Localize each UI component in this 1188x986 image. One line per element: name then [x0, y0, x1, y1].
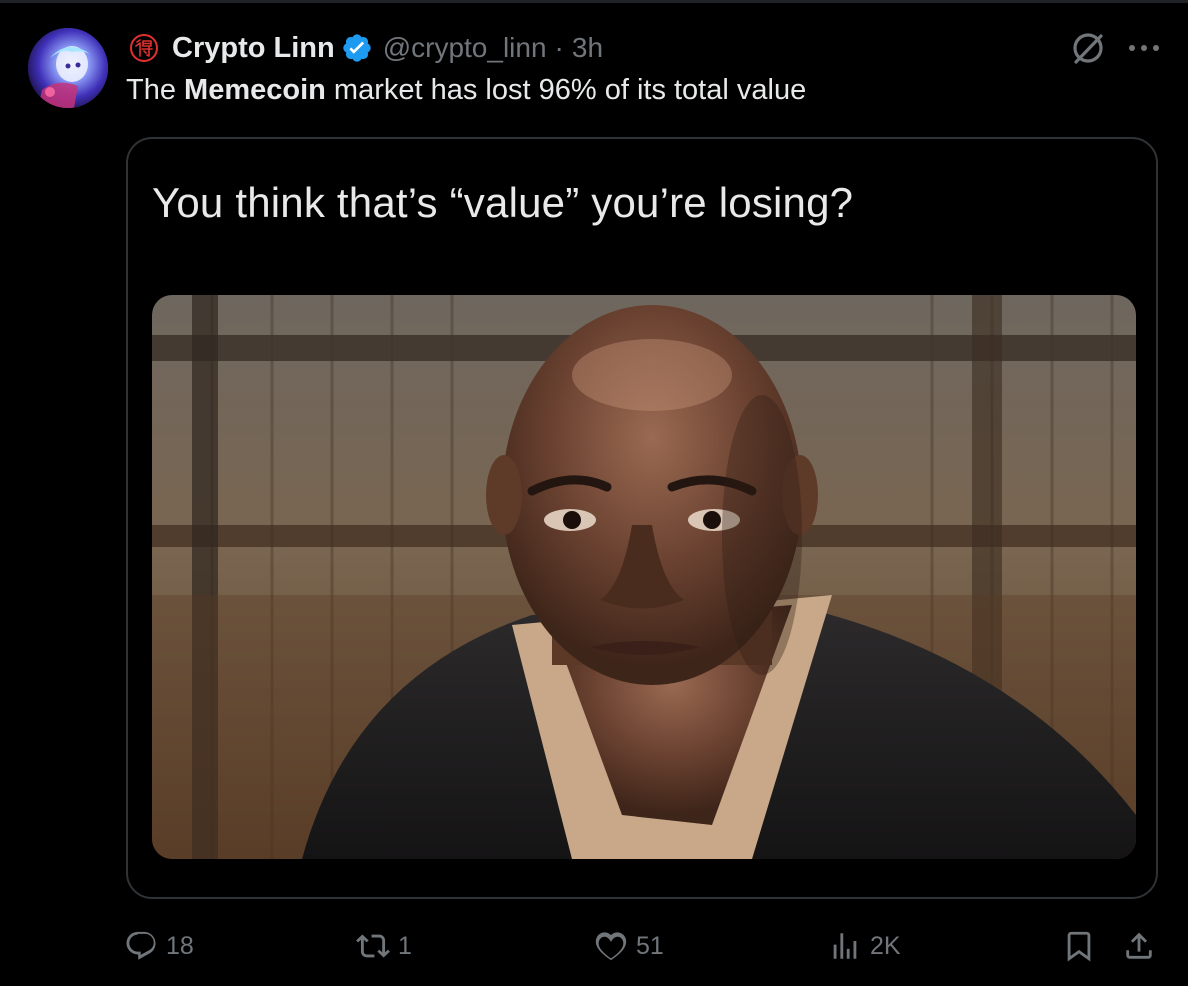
repost-count: 1 — [398, 931, 412, 960]
bookmark-button[interactable] — [1062, 922, 1096, 970]
meme-caption: You think that’s “value” you’re losing? — [152, 179, 854, 226]
post-text: The Memecoin market has lost 96% of its … — [126, 74, 806, 107]
author-display-name[interactable]: Crypto Linn — [172, 32, 335, 65]
share-button[interactable] — [1122, 922, 1156, 970]
author-handle[interactable]: @crypto_linn — [383, 32, 547, 64]
meme-photo-image — [152, 295, 1136, 859]
post-text-bold: Memecoin — [184, 74, 326, 106]
repost-icon — [356, 934, 390, 958]
like-button[interactable]: 51 — [594, 922, 664, 970]
views-icon — [833, 933, 857, 959]
separator-dot: · — [554, 32, 564, 63]
bookmark-icon — [1067, 931, 1091, 962]
media-card[interactable]: You think that’s “value” you’re losing? — [126, 137, 1158, 899]
meme-photo[interactable] — [152, 295, 1136, 859]
post-text-prefix: The — [126, 74, 185, 106]
affiliate-badge-icon[interactable] — [126, 30, 162, 66]
share-icon — [1126, 932, 1152, 959]
post-text-suffix: market has lost 96% of its total value — [325, 74, 807, 106]
action-bar: 18 1 51 2K — [0, 922, 1188, 970]
post-header: Crypto Linn @crypto_linn · 3h — [126, 28, 603, 68]
repost-button[interactable]: 1 — [356, 922, 412, 970]
heart-icon — [595, 932, 627, 961]
avatar[interactable] — [28, 28, 108, 108]
reply-button[interactable]: 18 — [124, 922, 194, 970]
avatar-image — [28, 28, 108, 108]
verified-badge-icon[interactable] — [341, 32, 373, 64]
more-icon[interactable] — [1124, 30, 1164, 66]
reply-count: 18 — [166, 931, 194, 960]
grok-icon[interactable] — [1068, 28, 1108, 68]
views-button[interactable]: 2K — [828, 922, 901, 970]
post-timestamp[interactable]: 3h — [572, 32, 603, 64]
top-divider — [0, 0, 1188, 3]
views-count: 2K — [870, 931, 901, 960]
reply-icon — [126, 931, 156, 960]
like-count: 51 — [636, 931, 664, 960]
